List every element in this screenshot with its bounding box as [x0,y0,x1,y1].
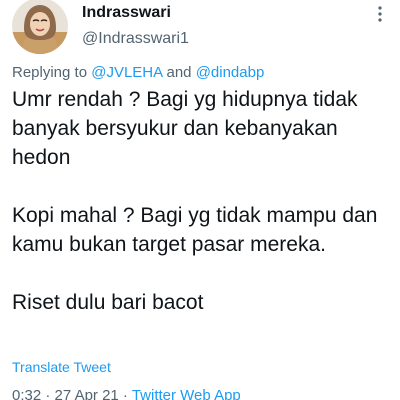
translate-tweet-link[interactable]: Translate Tweet [12,358,111,376]
username[interactable]: @Indrasswari1 [82,29,189,49]
tweet-text: Umr rendah ? Bagi yg hidupnya tidak bany… [12,85,392,317]
tweet-time[interactable]: 0:32 [12,387,41,400]
meta-separator: · [41,387,55,400]
tweet-meta: 0:32 · 27 Apr 21 · Twitter Web App [12,386,241,400]
tweet-paragraph: Kopi mahal ? Bagi yg tidak mampu dan kam… [12,204,384,256]
display-name[interactable]: Indrasswari [82,3,171,23]
tweet-paragraph: Umr rendah ? Bagi yg hidupnya tidak bany… [12,88,364,169]
tweet-date[interactable]: 27 Apr 21 [55,387,119,400]
reply-conjunction: and [162,64,196,81]
meta-separator: · [118,387,132,400]
reply-context: Replying to @JVLEHA and @dindabp [12,63,264,83]
tweet-card: Indrasswari @Indrasswari1 Replying to @J… [0,0,400,400]
reply-prefix: Replying to [12,64,92,81]
avatar[interactable] [12,0,68,54]
tweet-source-link[interactable]: Twitter Web App [132,387,241,400]
avatar-photo-icon [12,0,68,54]
mention-jvleha-link[interactable]: @JVLEHA [91,64,162,81]
tweet-paragraph: Riset dulu bari bacot [12,291,204,314]
more-dots-icon[interactable] [370,4,390,24]
mention-dindabp-link[interactable]: @dindabp [196,64,265,81]
